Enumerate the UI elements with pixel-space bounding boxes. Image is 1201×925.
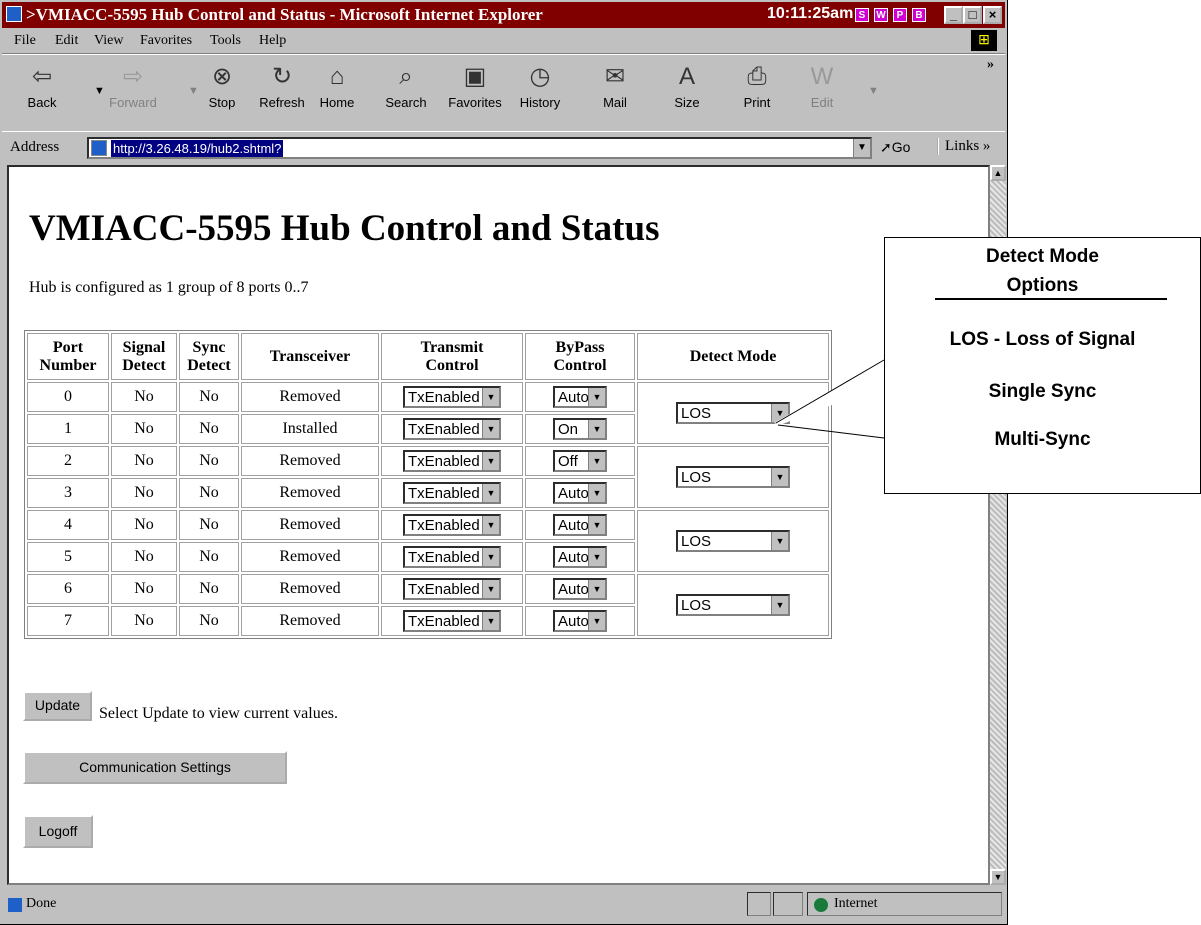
callout-title-line2: Options bbox=[1006, 275, 1079, 296]
callout-option: LOS - Loss of Signal bbox=[949, 329, 1136, 350]
callout-title-line1: Detect Mode bbox=[986, 246, 1099, 267]
callout-option: Single Sync bbox=[988, 381, 1097, 402]
callout-option: Multi-Sync bbox=[994, 429, 1091, 450]
detect-mode-callout: Detect Mode Options LOS - Loss of Signal… bbox=[884, 237, 1201, 494]
callout-divider bbox=[935, 298, 1167, 300]
